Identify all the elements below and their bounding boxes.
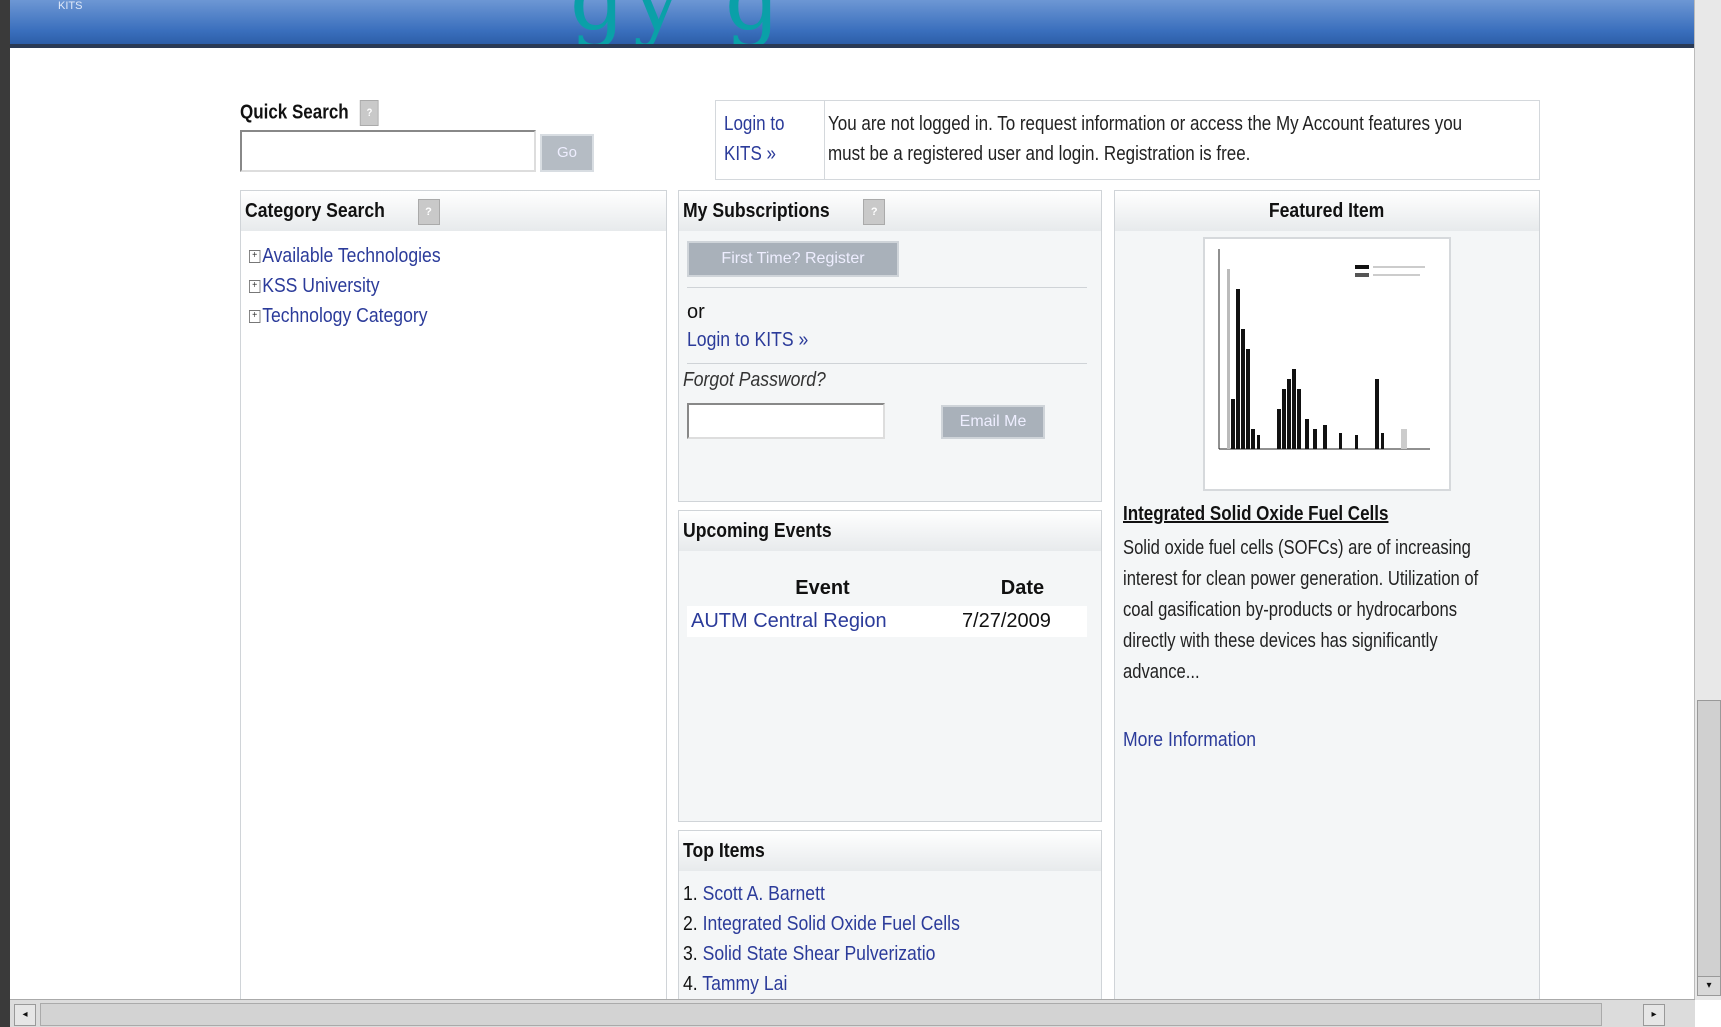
scroll-right-icon[interactable]: ▸ xyxy=(1643,1004,1665,1026)
or-text: or xyxy=(687,301,705,323)
featured-title: Featured Item xyxy=(1269,200,1385,222)
event-date: 7/27/2009 xyxy=(957,606,1087,637)
quick-search-label: Quick Search ? xyxy=(240,100,379,126)
category-search-panel: Category Search ? + Available Technologie… xyxy=(240,190,667,1002)
panel-header: Featured Item xyxy=(1115,191,1539,231)
table-row: AUTM Central Region 7/27/2009 xyxy=(687,606,1087,637)
window-frame-left xyxy=(0,0,10,1027)
subscriptions-title: My Subscriptions xyxy=(683,200,830,222)
horizontal-scrollbar[interactable]: ◂ ▸ xyxy=(10,999,1695,1027)
divider xyxy=(687,287,1087,288)
featured-item-link[interactable]: Integrated Solid Oxide Fuel Cells xyxy=(1123,503,1388,526)
tree-item-available-technologies[interactable]: + Available Technologies xyxy=(249,241,616,271)
panel-header: Category Search ? xyxy=(241,191,666,231)
events-title: Upcoming Events xyxy=(683,520,832,542)
tree-item-label[interactable]: Technology Category xyxy=(262,305,427,327)
events-table: Event Date AUTM Central Region 7/27/2009 xyxy=(687,571,1087,637)
login-link[interactable]: Login to KITS » xyxy=(687,329,808,352)
scrollbar-thumb[interactable] xyxy=(40,1003,1602,1026)
list-item: 3. Solid State Shear Pulverizatio xyxy=(683,939,1051,969)
category-tree: + Available Technologies + KSS University … xyxy=(241,231,666,331)
expand-icon[interactable]: + xyxy=(249,250,261,264)
quick-search-input[interactable] xyxy=(240,130,536,172)
expand-icon[interactable]: + xyxy=(249,280,261,294)
featured-item-panel: Featured Item Integrated Solid Oxide Fue… xyxy=(1114,190,1540,1002)
vertical-scrollbar[interactable]: ▾ xyxy=(1694,0,1721,1000)
go-button[interactable]: Go xyxy=(540,134,594,172)
item-number: 3. xyxy=(683,943,698,965)
scroll-down-icon[interactable]: ▾ xyxy=(1697,976,1721,996)
more-information-link[interactable]: More Information xyxy=(1123,729,1256,752)
header-banner: KITS gy g xyxy=(10,0,1695,48)
event-link[interactable]: AUTM Central Region xyxy=(687,606,958,637)
subscriptions-panel: My Subscriptions ? First Time? Register … xyxy=(678,190,1102,502)
tree-item-technology-category[interactable]: + Technology Category xyxy=(249,301,616,331)
list-item: 2. Integrated Solid Oxide Fuel Cells xyxy=(683,909,1051,939)
login-link[interactable]: Login to KITS » xyxy=(724,109,801,169)
register-button[interactable]: First Time? Register xyxy=(687,241,899,277)
category-search-title: Category Search xyxy=(245,200,385,222)
featured-image[interactable] xyxy=(1203,237,1451,491)
thumbnail-chart-image xyxy=(1218,249,1430,450)
divider xyxy=(824,101,825,179)
top-item-link[interactable]: Scott A. Barnett xyxy=(703,883,825,905)
divider xyxy=(687,363,1087,364)
panel-header: Top Items xyxy=(679,831,1101,871)
item-number: 2. xyxy=(683,913,698,935)
expand-icon[interactable]: + xyxy=(249,310,261,324)
quick-search-title: Quick Search xyxy=(240,101,349,124)
tree-item-label[interactable]: KSS University xyxy=(262,275,379,297)
tree-item-kss-university[interactable]: + KSS University xyxy=(249,271,616,301)
top-item-link[interactable]: Tammy Lai xyxy=(702,973,787,995)
site-logo[interactable]: KITS xyxy=(58,0,82,12)
top-items-list: 1. Scott A. Barnett 2. Integrated Solid … xyxy=(679,871,1101,999)
featured-description: Solid oxide fuel cells (SOFCs) are of in… xyxy=(1123,537,1479,683)
email-me-button[interactable]: Email Me xyxy=(941,405,1045,439)
login-notice: Login to KITS » You are not logged in. T… xyxy=(715,100,1540,180)
tree-item-label[interactable]: Available Technologies xyxy=(262,245,440,267)
list-item: 4. Tammy Lai xyxy=(683,969,1051,999)
forgot-password-label: Forgot Password? xyxy=(683,369,826,391)
login-message: You are not logged in. To request inform… xyxy=(828,113,1463,165)
top-items-panel: Top Items 1. Scott A. Barnett 2. Integra… xyxy=(678,830,1102,1002)
scrollbar-thumb[interactable] xyxy=(1697,700,1721,982)
top-item-link[interactable]: Solid State Shear Pulverizatio xyxy=(703,943,936,965)
column-header-date: Date xyxy=(1000,577,1045,599)
help-icon[interactable]: ? xyxy=(360,100,379,126)
email-field[interactable] xyxy=(687,403,885,439)
help-icon[interactable]: ? xyxy=(863,198,886,225)
top-items-title: Top Items xyxy=(683,840,765,862)
item-number: 4. xyxy=(683,973,698,995)
help-icon[interactable]: ? xyxy=(417,198,440,225)
list-item: 1. Scott A. Barnett xyxy=(683,879,1051,909)
top-item-link[interactable]: Integrated Solid Oxide Fuel Cells xyxy=(703,913,960,935)
column-header-event: Event xyxy=(795,577,850,599)
panel-header: My Subscriptions ? xyxy=(679,191,1101,231)
item-number: 1. xyxy=(683,883,698,905)
banner-title: gy g xyxy=(570,0,788,44)
table-header: Event Date xyxy=(687,571,1087,606)
scroll-left-icon[interactable]: ◂ xyxy=(14,1004,36,1026)
events-panel: Upcoming Events Event Date AUTM Central … xyxy=(678,510,1102,822)
panel-header: Upcoming Events xyxy=(679,511,1101,551)
